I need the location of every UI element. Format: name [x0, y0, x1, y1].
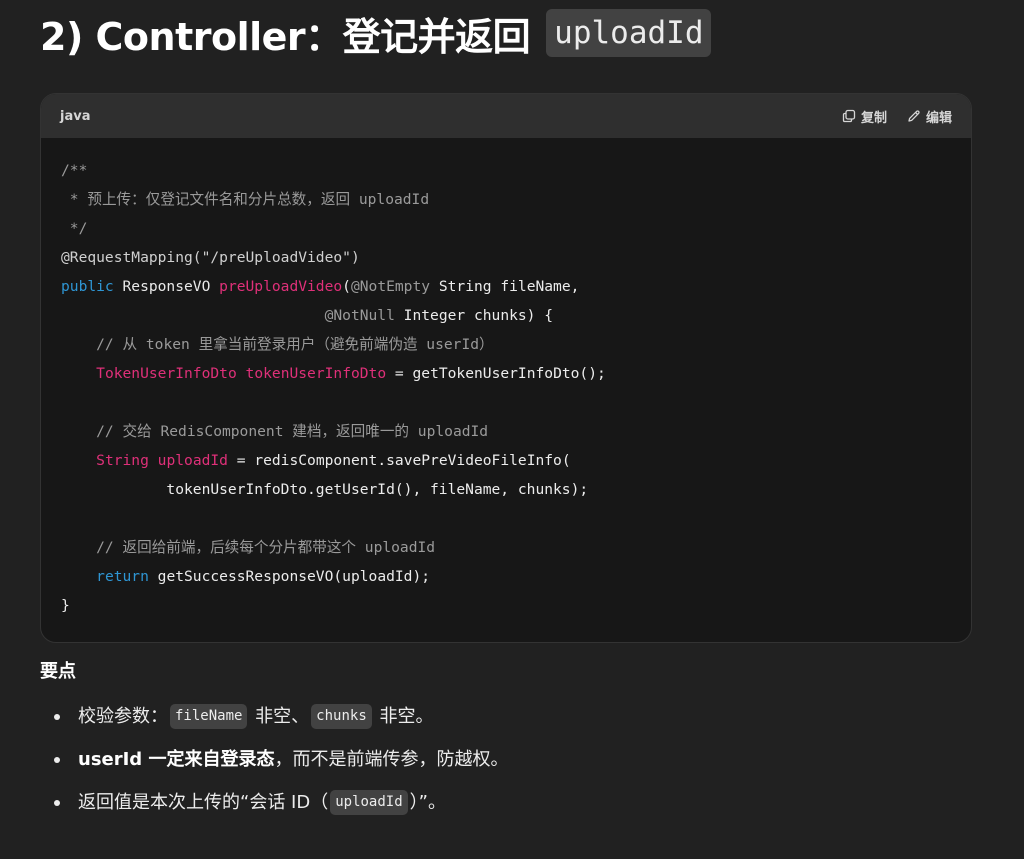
code-actions: 复制 编辑	[842, 107, 952, 126]
edit-code-button[interactable]: 编辑	[907, 107, 952, 126]
section-heading: 2) Controller：登记并返回 uploadId	[40, 6, 712, 60]
code-token: @NotNull	[324, 307, 395, 324]
inline-code: fileName	[170, 704, 248, 729]
code-token: return	[96, 568, 149, 585]
inline-code: uploadId	[330, 790, 408, 815]
code-token: preUploadVideo	[219, 278, 343, 295]
code-token: tokenUserInfoDto	[245, 365, 387, 382]
code-line: tokenUserInfoDto.getUserId(), fileName, …	[61, 475, 951, 504]
heading-text: 2) Controller：登记并返回	[40, 14, 531, 59]
code-token: Integer chunks) {	[394, 307, 554, 324]
key-point-item: userId 一定来自登录态，而不是前端传参，防越权。	[50, 740, 508, 783]
code-line: }	[61, 591, 951, 620]
key-point-item: 返回值是本次上传的“会话 ID（ uploadId）”。	[50, 783, 508, 826]
code-line: */	[61, 214, 951, 243]
copy-icon	[842, 109, 856, 123]
key-points-list: 校验参数： fileName 非空、 chunks 非空。 userId 一定来自登录…	[50, 697, 508, 826]
point-text: 返回值是本次上传的“会话 ID（	[78, 792, 329, 813]
code-token: = getTokenUserInfoDto();	[386, 365, 606, 382]
chat-response: 2) Controller：登记并返回 uploadId java 复制 编辑 …	[0, 0, 1024, 859]
code-token: String	[96, 452, 149, 469]
code-token: (	[342, 278, 351, 295]
bold-text: userId 一定来自登录态	[78, 749, 275, 770]
code-token: = redisComponent.savePreVideoFileInfo(	[227, 452, 571, 469]
code-token: uploadId	[157, 452, 228, 469]
copy-label: 复制	[860, 110, 887, 126]
code-line: // 返回给前端，后续每个分片都带这个 uploadId	[61, 533, 951, 562]
code-block-header: java 复制 编辑	[41, 94, 971, 138]
code-token: */	[61, 220, 88, 237]
code-line: @RequestMapping("/preUploadVideo")	[61, 243, 951, 272]
code-line: @NotNull Integer chunks) {	[61, 301, 951, 330]
key-point-item: 校验参数： fileName 非空、 chunks 非空。	[50, 697, 508, 740]
code-block: java 复制 编辑 /** * 预上传：仅登记文件名和分片总数，返回 uplo…	[40, 93, 972, 643]
code-token: }	[61, 597, 70, 614]
code-token: // 交给 RedisComponent 建档，返回唯一的 uploadId	[61, 423, 489, 440]
code-line: /**	[61, 156, 951, 185]
code-token: ResponseVO	[113, 278, 220, 295]
copy-code-button[interactable]: 复制	[842, 107, 887, 126]
point-text: 校验参数：	[78, 706, 168, 727]
code-language-label: java	[60, 108, 91, 124]
code-content: /** * 预上传：仅登记文件名和分片总数，返回 uploadId */ @Req…	[41, 138, 971, 620]
point-text: ，而不是前端传参，防越权。	[274, 749, 509, 770]
code-token: @NotEmpty	[350, 278, 431, 295]
code-token: // 返回给前端，后续每个分片都带这个 uploadId	[61, 539, 436, 556]
point-text: 非空、	[249, 706, 310, 727]
code-token: getSuccessResponseVO(uploadId);	[148, 568, 431, 585]
key-points-title: 要点	[40, 661, 76, 682]
point-text: ）”。	[409, 792, 446, 813]
edit-label: 编辑	[925, 110, 952, 126]
code-token: * 预上传：仅登记文件名和分片总数，返回 uploadId	[61, 191, 430, 208]
code-line: * 预上传：仅登记文件名和分片总数，返回 uploadId	[61, 185, 951, 214]
code-line: // 交给 RedisComponent 建档，返回唯一的 uploadId	[61, 417, 951, 446]
code-token: public	[61, 278, 114, 295]
code-token: tokenUserInfoDto.getUserId(), fileName, …	[61, 481, 589, 498]
point-text: 非空。	[373, 706, 434, 727]
code-token: TokenUserInfoDto	[96, 365, 237, 382]
code-line: TokenUserInfoDto tokenUserInfoDto = getT…	[61, 359, 951, 388]
code-token: // 从 token 里拿当前登录用户（避免前端伪造 userId）	[61, 336, 494, 353]
code-line: return getSuccessResponseVO(uploadId);	[61, 562, 951, 591]
code-token: /**	[61, 162, 88, 179]
code-line: String uploadId = redisComponent.savePre…	[61, 446, 951, 475]
code-line: // 从 token 里拿当前登录用户（避免前端伪造 userId）	[61, 330, 951, 359]
code-token: @RequestMapping("/preUploadVideo")	[61, 249, 360, 266]
code-line: public ResponseVO preUploadVideo(@NotEmp…	[61, 272, 951, 301]
heading-inline-code: uploadId	[546, 9, 712, 57]
pencil-icon	[907, 109, 921, 123]
inline-code: chunks	[311, 704, 372, 729]
code-token: String fileName,	[430, 278, 580, 295]
